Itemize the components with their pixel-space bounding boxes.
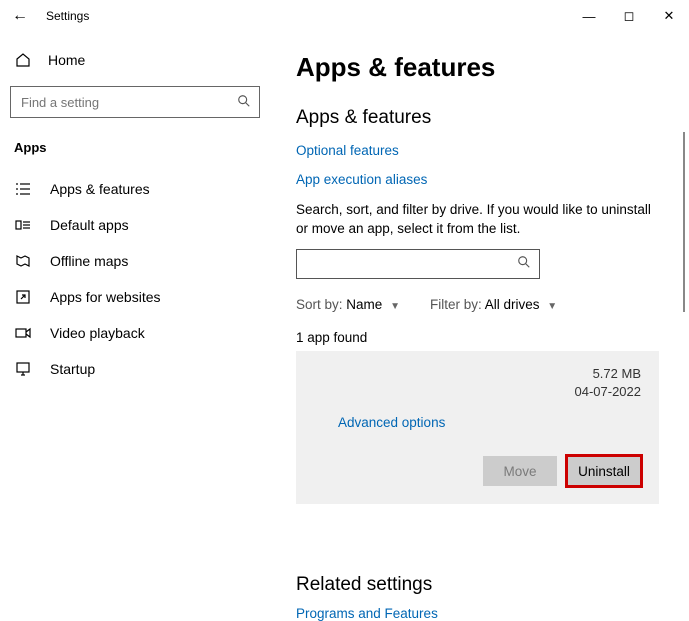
sidebar-item-video-playback[interactable]: Video playback	[8, 315, 262, 351]
uninstall-button[interactable]: Uninstall	[567, 456, 641, 486]
section-title: Apps & features	[296, 107, 659, 129]
sort-dropdown[interactable]: Sort by: Name ▼	[296, 297, 400, 312]
search-icon	[237, 94, 251, 111]
sidebar-home[interactable]: Home	[8, 44, 262, 76]
sort-label: Sort by:	[296, 297, 343, 312]
sidebar-item-startup[interactable]: Startup	[8, 351, 262, 387]
sidebar-item-label: Apps & features	[50, 181, 150, 197]
sidebar-item-offline-maps[interactable]: Offline maps	[8, 243, 262, 279]
minimize-button[interactable]: ―	[569, 0, 609, 32]
sidebar-item-apps-features[interactable]: Apps & features	[8, 171, 262, 207]
chevron-down-icon: ▼	[390, 301, 400, 312]
app-size: 5.72 MB	[314, 365, 641, 383]
sidebar-item-label: Default apps	[50, 217, 129, 233]
defaults-icon	[14, 217, 32, 233]
sidebar: Home Apps Apps & features Default apps	[0, 32, 270, 587]
link-advanced-options[interactable]: Advanced options	[338, 415, 445, 430]
app-search-input[interactable]	[305, 255, 517, 272]
sidebar-item-label: Video playback	[50, 325, 145, 341]
window-title: Settings	[46, 9, 89, 23]
link-programs-features[interactable]: Programs and Features	[296, 606, 659, 621]
maximize-button[interactable]: ◻	[609, 0, 649, 32]
search-icon	[517, 255, 531, 272]
sidebar-item-default-apps[interactable]: Default apps	[8, 207, 262, 243]
move-button: Move	[483, 456, 557, 486]
home-icon	[14, 52, 32, 68]
back-button[interactable]: ←	[0, 7, 40, 25]
sidebar-home-label: Home	[48, 52, 85, 68]
sidebar-search-input[interactable]	[19, 94, 237, 111]
link-execution-aliases[interactable]: App execution aliases	[296, 172, 659, 187]
sidebar-item-label: Startup	[50, 361, 95, 377]
filter-label: Filter by:	[430, 297, 482, 312]
related-settings-heading: Related settings	[296, 574, 659, 596]
sidebar-item-label: Apps for websites	[50, 289, 161, 305]
link-optional-features[interactable]: Optional features	[296, 143, 659, 158]
result-count: 1 app found	[296, 330, 659, 345]
startup-icon	[14, 361, 32, 377]
video-icon	[14, 325, 32, 341]
filter-dropdown[interactable]: Filter by: All drives ▼	[430, 297, 557, 312]
app-search[interactable]	[296, 249, 540, 279]
sidebar-section-label: Apps	[8, 136, 262, 171]
map-icon	[14, 253, 32, 269]
chevron-down-icon: ▼	[547, 301, 557, 312]
section-description: Search, sort, and filter by drive. If yo…	[296, 201, 659, 239]
sidebar-item-label: Offline maps	[50, 253, 128, 269]
sort-value: Name	[346, 297, 382, 312]
app-date: 04-07-2022	[314, 383, 641, 401]
sidebar-item-apps-websites[interactable]: Apps for websites	[8, 279, 262, 315]
page-title: Apps & features	[296, 52, 659, 83]
main-content: Apps & features Apps & features Optional…	[270, 32, 689, 587]
filter-value: All drives	[485, 297, 540, 312]
close-button[interactable]: ✕	[649, 0, 689, 32]
sidebar-search[interactable]	[10, 86, 260, 118]
open-icon	[14, 289, 32, 305]
list-icon	[14, 181, 32, 197]
app-list-item[interactable]: 5.72 MB 04-07-2022 Advanced options Move…	[296, 351, 659, 504]
scrollbar[interactable]	[683, 132, 685, 312]
